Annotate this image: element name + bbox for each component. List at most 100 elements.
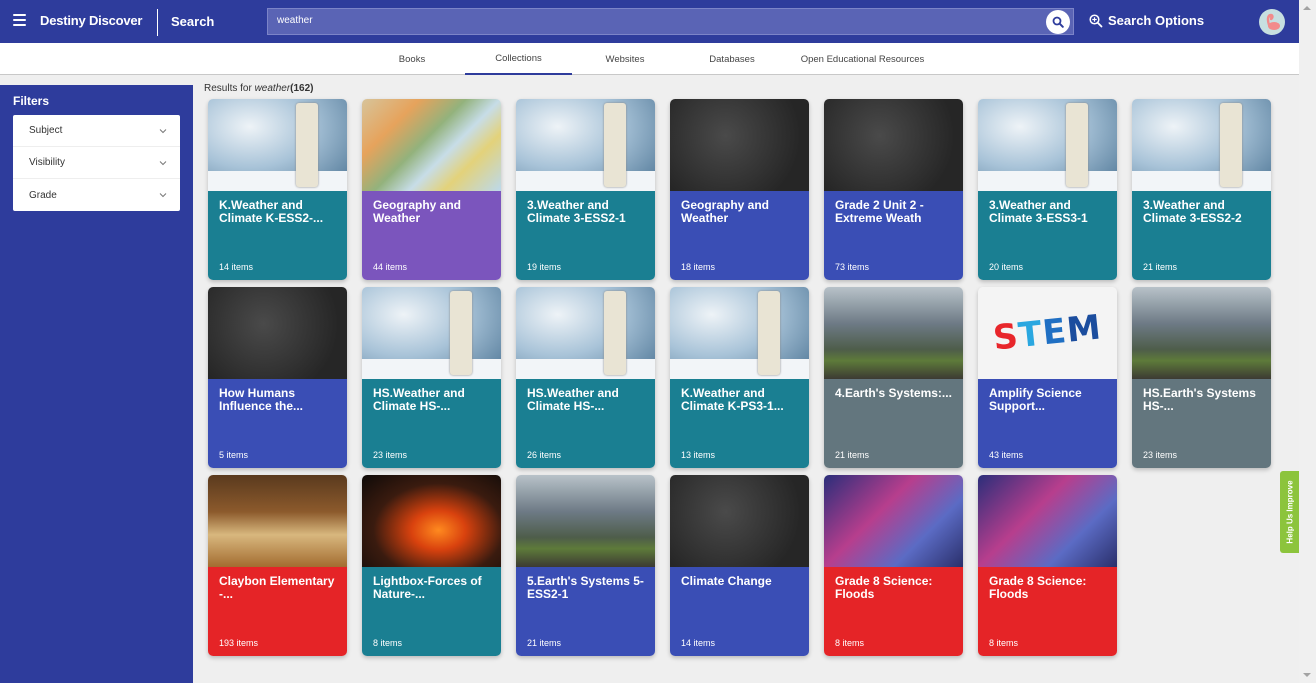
filter-subject[interactable]: Subject [13, 115, 180, 147]
vertical-scrollbar[interactable] [1299, 0, 1316, 683]
collection-card[interactable]: HS.Earth's Systems HS-... 23 items [1132, 287, 1271, 468]
collection-card[interactable]: How Humans Influence the... 5 items [208, 287, 347, 468]
collection-card[interactable]: 4.Earth's Systems:... 21 items [824, 287, 963, 468]
collection-card[interactable]: K.Weather and Climate K-ESS2-... 14 items [208, 99, 347, 280]
collection-card[interactable]: Grade 8 Science: Floods 8 items [824, 475, 963, 656]
collection-item-count: 5 items [219, 450, 249, 460]
collection-item-count: 21 items [835, 450, 870, 460]
collection-item-count: 26 items [527, 450, 562, 460]
filter-label: Grade [29, 189, 57, 201]
search-options-label: Search Options [1108, 13, 1205, 28]
collection-title: 3.Weather and Climate 3-ESS2-1 [527, 198, 626, 225]
card-body: Grade 2 Unit 2 - Extreme Weath 73 items [824, 191, 963, 280]
hamburger-menu-icon[interactable] [13, 14, 26, 26]
collection-card[interactable]: Geography and Weather 44 items [362, 99, 501, 280]
card-body: HS.Earth's Systems HS-... 23 items [1132, 379, 1271, 468]
filters-sidebar: Filters Subject Visibility Grade [0, 85, 193, 683]
app-brand[interactable]: Destiny Discover [40, 13, 142, 28]
collection-title: 3.Weather and Climate 3-ESS2-2 [1143, 198, 1242, 225]
card-body: 3.Weather and Climate 3-ESS3-1 20 items [978, 191, 1117, 280]
scroll-up-arrow-icon[interactable] [1303, 6, 1311, 10]
tab-open-educational-resources[interactable]: Open Educational Resources [790, 43, 935, 75]
collection-card[interactable]: K.Weather and Climate K-PS3-1... 13 items [670, 287, 809, 468]
filter-visibility[interactable]: Visibility [13, 147, 180, 179]
results-query: weather [254, 83, 291, 94]
collection-title: Geography and Weather [681, 198, 770, 225]
header-divider [157, 9, 158, 36]
collection-item-count: 23 items [373, 450, 408, 460]
volcano-image [362, 475, 501, 567]
collection-card[interactable]: Claybon Elementary -... 193 items [208, 475, 347, 656]
collections-grid: K.Weather and Climate K-ESS2-... 14 items… [208, 99, 1271, 656]
collection-title: HS.Earth's Systems HS-... [1143, 386, 1256, 413]
chalkboard-image [824, 99, 963, 191]
thermometer-image [516, 99, 655, 191]
card-body: Geography and Weather 18 items [670, 191, 809, 280]
books-image [208, 475, 347, 567]
card-body: Claybon Elementary -... 193 items [208, 567, 347, 656]
collection-card[interactable]: HS.Weather and Climate HS-... 26 items [516, 287, 655, 468]
page-title: Search [171, 14, 215, 29]
scroll-down-arrow-icon[interactable] [1303, 673, 1311, 677]
card-body: HS.Weather and Climate HS-... 23 items [362, 379, 501, 468]
thermometer-image [1132, 99, 1271, 191]
results-prefix: Results for [204, 83, 252, 94]
collection-item-count: 14 items [219, 262, 254, 272]
collection-card[interactable]: 3.Weather and Climate 3-ESS3-1 20 items [978, 99, 1117, 280]
filter-label: Subject [29, 125, 63, 136]
collection-title: HS.Weather and Climate HS-... [527, 386, 619, 413]
landscape-image [1132, 287, 1271, 379]
search-options-button[interactable]: Search Options [1089, 13, 1204, 28]
collection-item-count: 19 items [527, 262, 562, 272]
collection-card[interactable]: Lightbox-Forces of Nature-... 8 items [362, 475, 501, 656]
results-summary: Results for weather(162) [204, 83, 314, 94]
collection-card[interactable]: 3.Weather and Climate 3-ESS2-2 21 items [1132, 99, 1271, 280]
collection-card[interactable]: Geography and Weather 18 items [670, 99, 809, 280]
top-bar: Destiny Discover Search Search Options [0, 0, 1299, 43]
card-body: 5.Earth's Systems 5-ESS2-1 21 items [516, 567, 655, 656]
collection-item-count: 8 items [989, 638, 1019, 648]
collection-card[interactable]: HS.Weather and Climate HS-... 23 items [362, 287, 501, 468]
search-field[interactable] [267, 8, 1074, 35]
filter-panel: Subject Visibility Grade [13, 115, 180, 211]
search-button[interactable] [1046, 10, 1070, 34]
card-body: Grade 8 Science: Floods 8 items [824, 567, 963, 656]
collection-card[interactable]: Grade 2 Unit 2 - Extreme Weath 73 items [824, 99, 963, 280]
collection-item-count: 21 items [1143, 262, 1178, 272]
tab-databases[interactable]: Databases [690, 43, 774, 75]
filter-label: Visibility [29, 157, 65, 168]
tab-collections[interactable]: Collections [465, 43, 572, 75]
collection-item-count: 23 items [1143, 450, 1178, 460]
flamingo-icon [1266, 13, 1280, 30]
tab-websites[interactable]: Websites [583, 43, 667, 75]
collection-title: Grade 8 Science: Floods [989, 574, 1087, 601]
thermometer-image [978, 99, 1117, 191]
chalkboard-image [670, 99, 809, 191]
collection-card[interactable]: STEM Amplify Science Support... 43 items [978, 287, 1117, 468]
card-body: 3.Weather and Climate 3-ESS2-1 19 items [516, 191, 655, 280]
filter-grade[interactable]: Grade [13, 179, 180, 211]
help-us-improve-tab[interactable]: Help Us Improve [1280, 471, 1299, 553]
collection-title: 5.Earth's Systems 5-ESS2-1 [527, 574, 644, 601]
collection-title: 4.Earth's Systems:... [835, 386, 952, 400]
collection-item-count: 8 items [373, 638, 403, 648]
collection-item-count: 18 items [681, 262, 716, 272]
chevron-down-icon [159, 193, 167, 198]
chalkboard-image [670, 475, 809, 567]
stem-image: STEM [978, 287, 1117, 379]
thermometer-image [208, 99, 347, 191]
tab-books[interactable]: Books [370, 43, 454, 75]
search-input[interactable] [277, 15, 1037, 26]
user-avatar[interactable] [1259, 9, 1285, 35]
landscape-image [824, 287, 963, 379]
collection-card[interactable]: Climate Change 14 items [670, 475, 809, 656]
collection-title: How Humans Influence the... [219, 386, 304, 413]
collection-title: Amplify Science Support... [989, 386, 1082, 413]
collection-item-count: 193 items [219, 638, 259, 648]
collection-card[interactable]: Grade 8 Science: Floods 8 items [978, 475, 1117, 656]
lab-image [978, 475, 1117, 567]
collection-card[interactable]: 5.Earth's Systems 5-ESS2-1 21 items [516, 475, 655, 656]
collection-card[interactable]: 3.Weather and Climate 3-ESS2-1 19 items [516, 99, 655, 280]
card-body: 3.Weather and Climate 3-ESS2-2 21 items [1132, 191, 1271, 280]
card-body: Lightbox-Forces of Nature-... 8 items [362, 567, 501, 656]
